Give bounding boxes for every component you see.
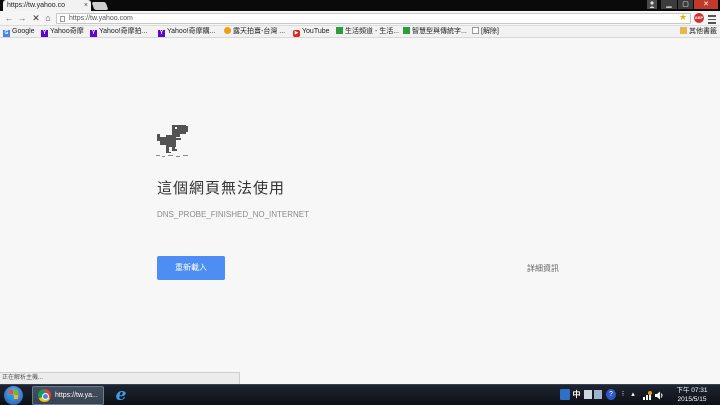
document-icon — [472, 27, 479, 34]
address-bar-url: https://tw.yahoo.com — [69, 15, 133, 22]
error-title: 這個網頁無法使用 — [157, 180, 286, 197]
dinosaur-icon — [156, 125, 188, 157]
system-clock[interactable]: 下午 07:31 2015/5/15 — [672, 386, 712, 404]
error-code: DNS_PROBE_FINISHED_NO_INTERNET — [157, 210, 310, 219]
speaker-volume-icon[interactable] — [654, 388, 664, 402]
start-button[interactable] — [4, 386, 23, 405]
bookmark-other-folder[interactable]: 其他書籤 — [680, 26, 717, 38]
new-tab-button[interactable] — [91, 2, 109, 10]
adblock-extension-icon[interactable]: ABP — [694, 13, 704, 23]
bookmarks-bar: G Google Y Yahoo奇摩 Y Yahoo!奇摩拍... Y Yahoo!奇摩… — [0, 26, 720, 38]
tab-close-icon[interactable]: × — [84, 0, 88, 11]
browser-toolbar: ← → ✕ ⌂ https://tw.yahoo.com ★ ABP — [0, 11, 720, 26]
green-site-icon — [403, 27, 410, 34]
status-bubble: 正在解析主機... — [0, 372, 240, 384]
taskbar-chrome-window[interactable]: https://tw.ya... — [32, 386, 104, 405]
clock-time: 下午 07:31 — [676, 387, 708, 394]
green-site-icon — [336, 27, 343, 34]
yahoo-icon: Y — [158, 30, 165, 37]
bookmark-ruten[interactable]: 露天拍賣-台灣 ... — [224, 26, 285, 38]
chrome-icon — [38, 389, 51, 402]
bookmark-google[interactable]: G Google — [3, 26, 35, 38]
language-bar-icon[interactable] — [560, 389, 570, 400]
ime-chinese-indicator[interactable]: 中 — [571, 388, 582, 402]
hamburger-menu-icon[interactable] — [708, 13, 717, 24]
show-hidden-icons-chevron[interactable]: ▴ — [629, 388, 637, 402]
user-profile-icon[interactable] — [647, 0, 657, 9]
maximize-button[interactable]: ▢ — [678, 0, 693, 9]
browser-tab[interactable]: https://tw.yahoo.co × — [3, 0, 91, 11]
windows-logo-icon — [9, 390, 18, 400]
clock-date: 2015/5/15 — [677, 396, 707, 403]
folder-icon — [680, 27, 687, 34]
bookmark-yahoo-auction[interactable]: Y Yahoo!奇摩拍... — [90, 26, 148, 38]
forward-arrow-icon[interactable]: → — [17, 13, 27, 23]
bookmark-life-channel[interactable]: 生活頻道 - 生活... — [336, 26, 399, 38]
tray-overflow-icon[interactable]: ⁝ — [619, 388, 627, 402]
yahoo-icon: Y — [41, 30, 48, 37]
ime-mode-icon[interactable] — [584, 390, 592, 399]
bookmark-yahoo-shopping[interactable]: Y Yahoo!奇摩購... — [158, 26, 216, 38]
windows-taskbar: https://tw.ya... e 中 ? ⁝ ▴ 下午 07:31 2015… — [0, 384, 720, 405]
bookmark-youtube[interactable]: ▶ YouTube — [293, 26, 330, 38]
bookmark-star-icon[interactable]: ★ — [679, 12, 687, 23]
tab-title: https://tw.yahoo.co — [7, 2, 65, 9]
bookmark-yahoo[interactable]: Y Yahoo奇摩 — [41, 26, 84, 38]
internet-explorer-icon[interactable]: e — [110, 386, 132, 405]
help-icon[interactable]: ? — [606, 389, 616, 400]
error-page: 這個網頁無法使用 DNS_PROBE_FINISHED_NO_INTERNET … — [0, 39, 720, 384]
address-bar[interactable]: https://tw.yahoo.com — [56, 13, 691, 24]
yahoo-icon: Y — [90, 30, 97, 37]
page-icon — [60, 16, 65, 22]
ime-options-icon[interactable] — [594, 390, 602, 399]
browser-title-bar: https://tw.yahoo.co × ▁ ▢ ✕ — [0, 0, 720, 11]
bookmark-unblock[interactable]: [解除] — [472, 26, 499, 38]
reload-button[interactable]: 重新載入 — [157, 256, 225, 280]
details-button[interactable]: 詳細資訊 — [527, 263, 559, 274]
stop-loading-icon[interactable]: ✕ — [31, 13, 41, 23]
back-arrow-icon[interactable]: ← — [4, 13, 14, 23]
bookmark-chinese-converter[interactable]: 智慧型與傳統字... — [403, 26, 467, 38]
ruten-icon — [224, 27, 231, 34]
google-icon: G — [3, 30, 10, 37]
home-icon[interactable]: ⌂ — [43, 13, 53, 23]
screen: https://tw.yahoo.co × ▁ ▢ ✕ ← → ✕ ⌂ http… — [0, 0, 720, 405]
youtube-icon: ▶ — [293, 30, 300, 37]
close-window-button[interactable]: ✕ — [694, 0, 718, 9]
network-signal-icon[interactable] — [642, 388, 652, 402]
minimize-button[interactable]: ▁ — [661, 0, 677, 9]
